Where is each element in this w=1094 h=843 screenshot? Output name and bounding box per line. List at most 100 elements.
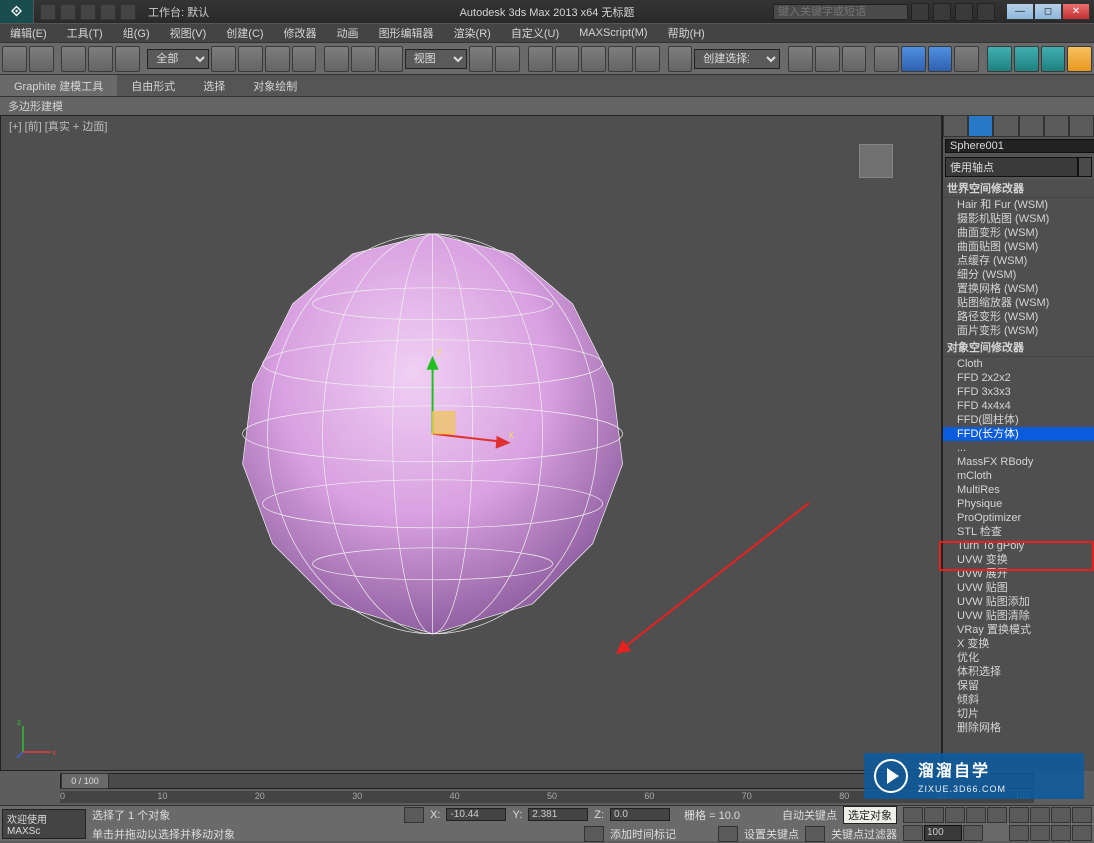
play-button[interactable] [945,807,965,823]
named-sel-set-dropdown[interactable]: 创建选择集 [694,49,780,69]
ribbon-tab-selection[interactable]: 选择 [189,75,239,96]
mod-item[interactable]: Physique [943,497,1094,511]
selection-filter-dropdown[interactable]: 全部 [147,49,209,69]
mod-item[interactable]: X 变换 [943,637,1094,651]
menu-edit[interactable]: 编辑(E) [0,25,57,41]
select-scale-button[interactable] [378,46,403,72]
goto-start-button[interactable] [903,807,923,823]
angle-snap-button[interactable] [581,46,606,72]
mod-item-ffd-box[interactable]: FFD(长方体) [943,427,1094,441]
schematic-view-button[interactable] [928,46,953,72]
help-search-input[interactable] [773,4,908,20]
lock-selection-icon[interactable] [404,807,424,823]
mod-item[interactable]: 路径变形 (WSM) [943,310,1094,324]
infocenter-search-icon[interactable] [911,3,929,21]
app-logo[interactable]: ⟐ [0,0,34,23]
bind-spacewarp-button[interactable] [115,46,140,72]
infocenter-subs-icon[interactable] [955,3,973,21]
fov-button[interactable] [1030,825,1050,841]
menu-rendering[interactable]: 渲染(R) [444,25,501,41]
close-button[interactable]: ✕ [1062,3,1090,20]
render-setup-button[interactable] [987,46,1012,72]
mod-item[interactable]: MassFX RBody [943,455,1094,469]
dropdown-arrow-icon[interactable] [1078,157,1092,177]
curve-editor-button[interactable] [901,46,926,72]
coord-z-input[interactable] [610,808,670,821]
percent-snap-button[interactable] [608,46,633,72]
ref-coord-dropdown[interactable]: 视图 [405,49,467,69]
menu-grapheditors[interactable]: 图形编辑器 [369,25,444,41]
mod-item[interactable]: 体积选择 [943,665,1094,679]
manipulate-button[interactable] [495,46,520,72]
mod-item[interactable]: Hair 和 Fur (WSM) [943,198,1094,212]
mod-item[interactable]: FFD 4x4x4 [943,399,1094,413]
mod-item[interactable]: FFD 2x2x2 [943,371,1094,385]
hierarchy-tab-icon[interactable] [993,115,1018,137]
mod-item[interactable]: MultiRes [943,483,1094,497]
mod-item[interactable]: ... [943,441,1094,455]
ribbon-panel-polymodel[interactable]: 多边形建模 [0,97,1094,115]
mod-item[interactable]: 曲面贴图 (WSM) [943,240,1094,254]
viewport[interactable]: [+] [前] [真实 + 边面] [0,115,942,771]
mod-item[interactable]: 贴图缩放器 (WSM) [943,296,1094,310]
key-filters-button[interactable]: 关键点过滤器 [831,826,897,842]
setkey-button[interactable]: 设置关键点 [744,826,799,842]
time-config-button[interactable] [963,825,983,841]
menu-views[interactable]: 视图(V) [160,25,217,41]
mod-item[interactable]: VRay 置换模式 [943,623,1094,637]
prev-frame-button[interactable] [924,807,944,823]
maxscript-listener[interactable]: 欢迎使用 MAXSc [2,809,86,839]
menu-maxscript[interactable]: MAXScript(M) [569,27,657,39]
mod-item[interactable]: 摄影机贴图 (WSM) [943,212,1094,226]
modify-tab-icon[interactable] [968,115,993,137]
mod-item[interactable]: ProOptimizer [943,511,1094,525]
viewcube[interactable] [859,144,893,178]
select-region-button[interactable] [265,46,290,72]
modifier-list-dropdown[interactable]: 使用轴点 [945,157,1078,177]
utilities-tab-icon[interactable] [1069,115,1094,137]
qat-redo-icon[interactable] [120,4,136,20]
spinner-snap-button[interactable] [635,46,660,72]
coord-y-input[interactable] [528,808,588,821]
key-filters-icon[interactable] [805,826,825,842]
mod-item[interactable]: 面片变形 (WSM) [943,324,1094,338]
qat-new-icon[interactable] [40,4,56,20]
qat-undo-icon[interactable] [100,4,116,20]
menu-help[interactable]: 帮助(H) [658,25,715,41]
layer-manager-button[interactable] [842,46,867,72]
qat-save-icon[interactable] [80,4,96,20]
link-button[interactable] [61,46,86,72]
next-frame-button[interactable] [966,807,986,823]
mod-item[interactable]: UVW 贴图清除 [943,609,1094,623]
select-object-button[interactable] [211,46,236,72]
keyboard-shortcut-button[interactable] [528,46,553,72]
render-production-button[interactable] [1041,46,1066,72]
pivot-center-button[interactable] [469,46,494,72]
unlink-button[interactable] [88,46,113,72]
display-tab-icon[interactable] [1044,115,1069,137]
maximize-viewport-button[interactable] [1072,825,1092,841]
time-slider-thumb[interactable]: 0 / 100 [61,773,109,789]
menu-create[interactable]: 创建(C) [216,25,273,41]
menu-modifiers[interactable]: 修改器 [274,25,327,41]
mod-item[interactable]: 删除网格 [943,721,1094,735]
mod-item[interactable]: FFD(圆柱体) [943,413,1094,427]
select-by-name-button[interactable] [238,46,263,72]
zoom-extents-button[interactable] [1051,807,1071,823]
mod-item[interactable]: 曲面变形 (WSM) [943,226,1094,240]
infocenter-star-icon[interactable] [933,3,951,21]
mod-item[interactable]: Cloth [943,357,1094,371]
select-rotate-button[interactable] [351,46,376,72]
select-move-button[interactable] [324,46,349,72]
mod-item[interactable]: 倾斜 [943,693,1094,707]
mod-item[interactable]: STL 检查 [943,525,1094,539]
timetag-icon[interactable] [584,826,604,842]
mod-item[interactable]: FFD 3x3x3 [943,385,1094,399]
motion-tab-icon[interactable] [1019,115,1044,137]
ribbon-tab-graphite[interactable]: Graphite 建模工具 [0,75,117,96]
ribbon-tab-objectpaint[interactable]: 对象绘制 [239,75,311,96]
menu-customize[interactable]: 自定义(U) [501,25,569,41]
ribbon-tab-freeform[interactable]: 自由形式 [117,75,189,96]
mod-item[interactable]: 细分 (WSM) [943,268,1094,282]
edit-named-sel-button[interactable] [668,46,693,72]
